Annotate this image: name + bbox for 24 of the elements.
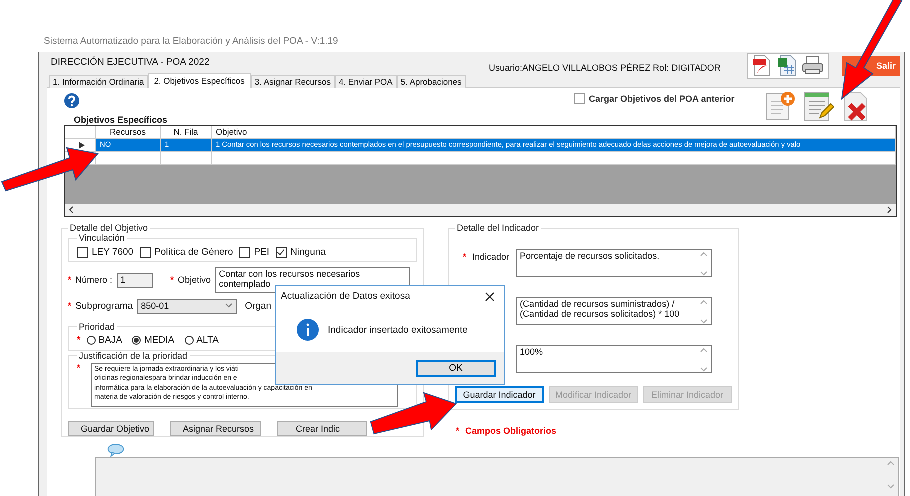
- field-label: Objetivo: [178, 275, 212, 286]
- form-title: DIRECCIÓN EJECUTIVA - POA 2022: [51, 56, 211, 68]
- group-title: Vinculación: [78, 233, 125, 244]
- field-label: Subprograma: [76, 300, 134, 312]
- required-fields-note: Campos Obligatorios: [466, 426, 557, 436]
- required-mark: *: [170, 275, 174, 286]
- app-title: Sistema Automatizado para la Elaboración y Análisis del POA - V:1.19: [44, 36, 340, 49]
- required-mark: *: [456, 426, 460, 436]
- group-title: Prioridad: [78, 322, 116, 332]
- required-mark: *: [68, 301, 72, 312]
- field-label: Número :: [76, 275, 113, 286]
- required-mark: *: [77, 335, 81, 346]
- section-title: Objetivos Específicos: [73, 115, 169, 125]
- group-title: Detalle del Indicador: [456, 223, 540, 234]
- required-mark: *: [68, 275, 72, 286]
- field-label: Indicador: [472, 252, 510, 264]
- dialog-message: Indicador insertado exitosamente: [328, 324, 468, 336]
- field-label: Organ: [245, 300, 272, 312]
- dialog-title: Actualización de Datos exitosa: [281, 291, 410, 302]
- group-title: Detalle del Objetivo: [69, 223, 150, 234]
- required-mark: *: [77, 362, 81, 375]
- required-mark: *: [463, 252, 467, 264]
- group-title: Justificación de la prioridad: [78, 350, 189, 361]
- user-info: Usuario:ANGELO VILLALOBOS PÉREZ Rol: DIGITADOR: [489, 63, 722, 73]
